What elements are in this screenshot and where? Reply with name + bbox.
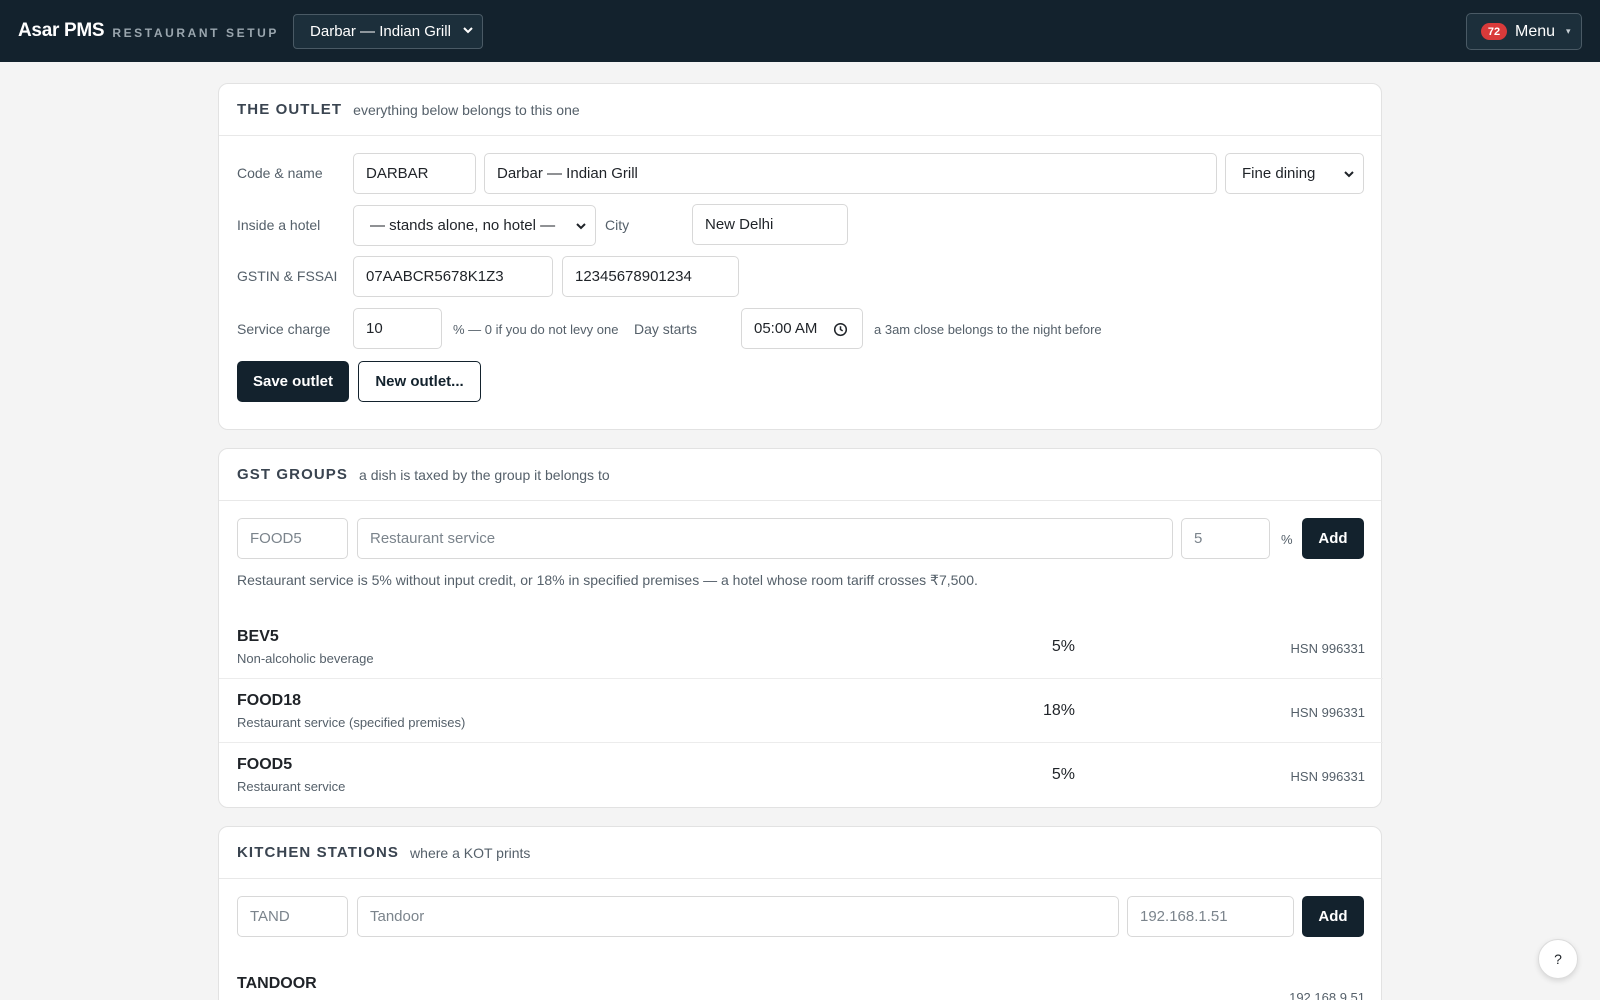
hotel-value: — stands alone, no hotel — [370, 217, 556, 234]
section-title: THE OUTLET [237, 101, 343, 118]
gst-groups-card: GST GROUPS a dish is taxed by the group … [218, 448, 1383, 808]
menu-button[interactable]: 72 Menu ▾ [1466, 13, 1582, 50]
code-name-label: Code & name [237, 165, 323, 181]
chevron-down-icon [463, 26, 473, 33]
table-row[interactable]: FOOD18 Restaurant service (specified pre… [219, 680, 1383, 743]
city-label: City [605, 217, 630, 233]
percent-label: % [1281, 532, 1293, 547]
new-outlet-button[interactable]: New outlet... [358, 361, 481, 402]
gst-group-name: Non-alcoholic beverage [237, 651, 374, 666]
outlet-switcher-select[interactable]: Darbar — Indian Grill [293, 13, 484, 49]
table-row[interactable]: TANDOOR 192.168.9.51 [219, 963, 1383, 1000]
hotel-label: Inside a hotel [237, 217, 321, 233]
service-charge-hint: % — 0 if you do not levy one [453, 322, 619, 337]
add-station-button[interactable]: Add [1302, 896, 1364, 937]
day-starts-hint: a 3am close belongs to the night before [874, 322, 1102, 337]
gst-group-rate: 5% [1051, 766, 1075, 783]
page-subtitle: RESTAURANT SETUP [112, 26, 280, 40]
gst-group-rate: 18% [1042, 702, 1075, 719]
fssai-input[interactable]: 12345678901234 [562, 256, 739, 297]
outlet-name-input[interactable]: Darbar — Indian Grill [484, 153, 1217, 194]
gstin-input[interactable]: 07AABCR5678K1Z3 [353, 256, 553, 297]
top-bar: Asar PMS RESTAURANT SETUP Darbar — India… [0, 0, 1600, 62]
day-starts-time-input[interactable]: 05:00 AM [741, 308, 863, 349]
gst-note: Restaurant service is 5% without input c… [237, 572, 978, 588]
gst-group-code: FOOD18 [237, 692, 302, 709]
gst-group-hsn: HSN 996331 [1290, 705, 1365, 720]
gst-rate-input[interactable]: 5 [1181, 518, 1270, 559]
section-title: GST GROUPS [237, 466, 349, 483]
gst-group-code: FOOD5 [237, 756, 293, 773]
help-button[interactable]: ? [1538, 939, 1578, 979]
section-subtitle: a dish is taxed by the group it belongs … [359, 466, 610, 483]
station-code: TANDOOR [237, 975, 317, 992]
gst-group-name: Restaurant service (specified premises) [237, 715, 466, 730]
outlet-card-header: THE OUTLET everything below belongs to t… [219, 84, 1381, 136]
outlet-type-value: Fine dining [1242, 165, 1316, 182]
station-printer-ip: 192.168.9.51 [1289, 990, 1365, 1000]
city-input[interactable]: New Delhi [692, 204, 848, 245]
section-subtitle: everything below belongs to this one [353, 101, 580, 118]
outlet-switcher-value: Darbar — Indian Grill [310, 22, 451, 40]
kitchen-stations-card: KITCHEN STATIONS where a KOT prints TAND… [218, 826, 1382, 1000]
station-code-input[interactable]: TAND [237, 896, 348, 937]
gst-name-input[interactable]: Restaurant service [357, 518, 1173, 559]
kitchen-card-header: KITCHEN STATIONS where a KOT prints [219, 827, 1381, 879]
section-subtitle: where a KOT prints [410, 844, 531, 861]
table-row[interactable]: BEV5 Non-alcoholic beverage 5% HSN 99633… [219, 616, 1383, 679]
station-printer-ip-input[interactable]: 192.168.1.51 [1127, 896, 1294, 937]
chevron-down-icon [1344, 171, 1354, 178]
clock-icon[interactable] [833, 322, 848, 337]
outlet-type-select[interactable]: Fine dining [1225, 153, 1364, 194]
gst-card-header: GST GROUPS a dish is taxed by the group … [219, 449, 1381, 501]
gst-group-code: BEV5 [237, 628, 279, 645]
gst-group-hsn: HSN 996331 [1290, 769, 1365, 784]
save-outlet-button[interactable]: Save outlet [237, 361, 349, 402]
gst-group-hsn: HSN 996331 [1290, 641, 1365, 656]
chevron-down-icon [576, 223, 586, 230]
hotel-select[interactable]: — stands alone, no hotel — [353, 205, 596, 246]
gst-code-input[interactable]: FOOD5 [237, 518, 348, 559]
service-charge-label: Service charge [237, 321, 331, 337]
station-name-input[interactable]: Tandoor [357, 896, 1119, 937]
day-starts-label: Day starts [634, 321, 698, 337]
add-gst-group-button[interactable]: Add [1302, 518, 1364, 559]
section-title: KITCHEN STATIONS [237, 844, 400, 861]
gst-group-rate: 5% [1051, 638, 1075, 655]
gst-group-name: Restaurant service [237, 779, 346, 794]
brand-logo: Asar PMS [18, 20, 105, 41]
caret-down-icon: ▾ [1566, 26, 1571, 36]
service-charge-input[interactable]: 10 [353, 308, 442, 349]
outlet-card: THE OUTLET everything below belongs to t… [218, 83, 1382, 430]
outlet-code-input[interactable]: DARBAR [353, 153, 476, 194]
menu-label: Menu [1515, 22, 1556, 40]
notification-badge: 72 [1481, 23, 1507, 40]
table-row[interactable]: FOOD5 Restaurant service 5% HSN 996331 [219, 744, 1383, 807]
day-starts-value: 05:00 AM [754, 320, 818, 337]
gstin-fssai-label: GSTIN & FSSAI [237, 268, 338, 284]
